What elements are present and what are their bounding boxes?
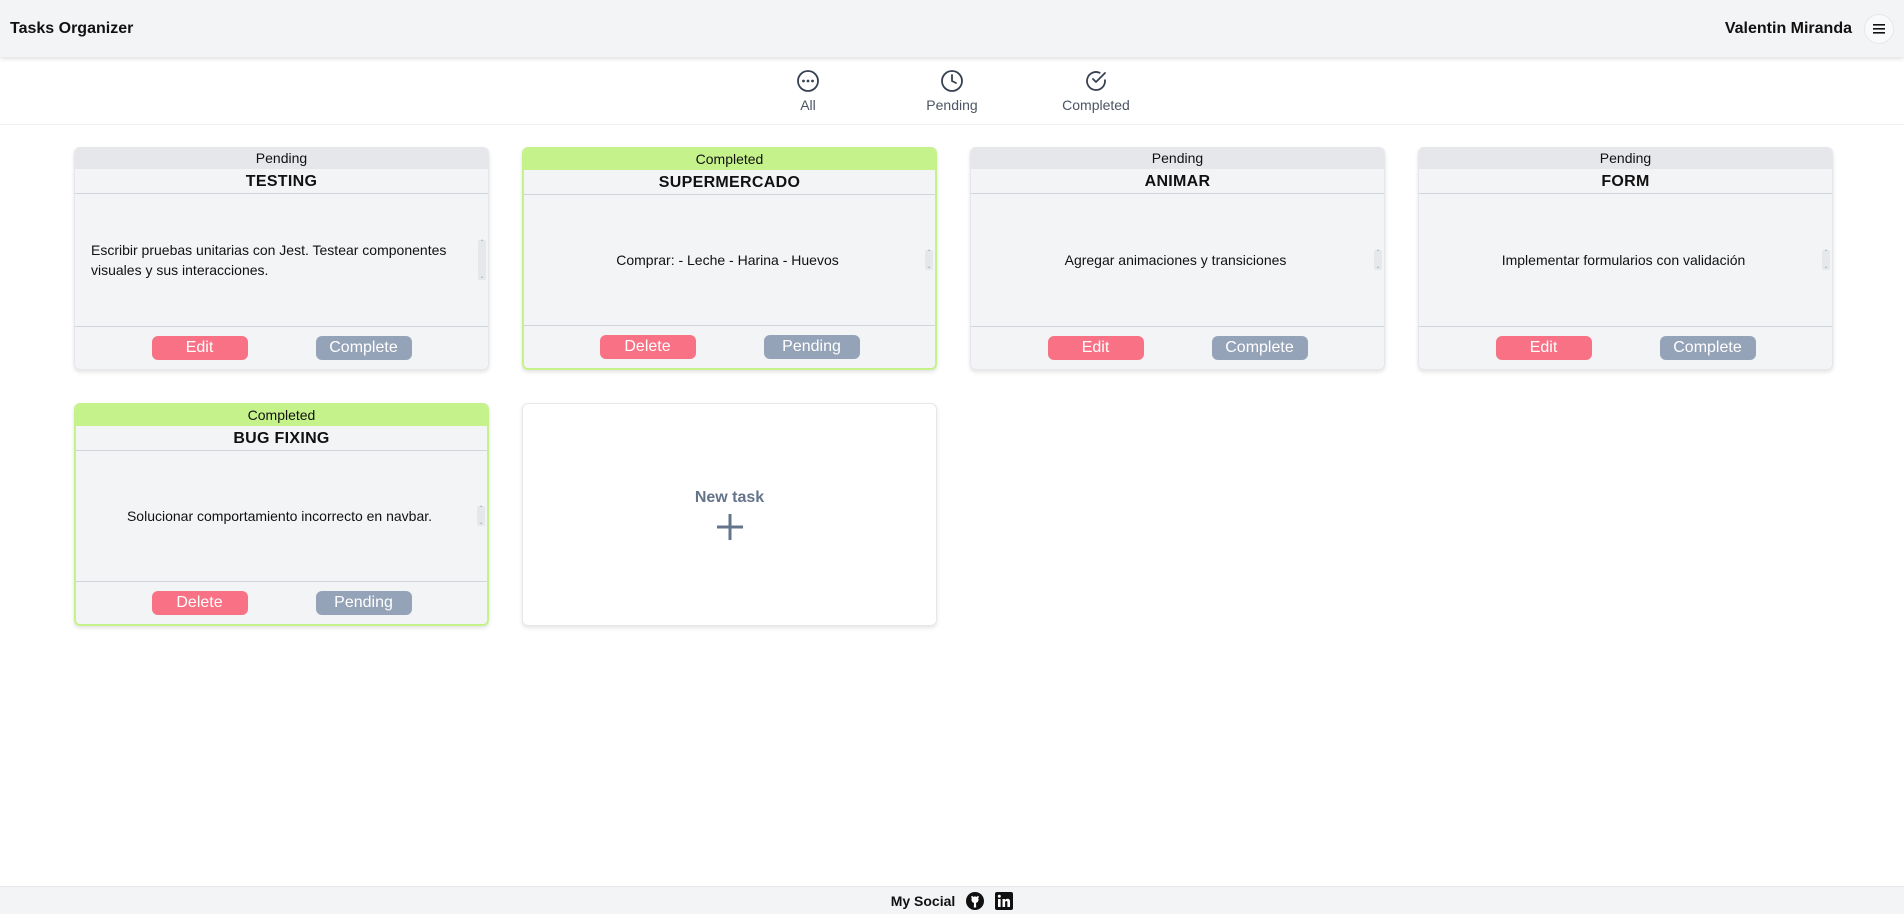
task-status: Pending xyxy=(971,148,1384,169)
new-task-card[interactable]: New task xyxy=(522,403,937,626)
complete-button[interactable]: Complete xyxy=(315,336,412,360)
task-description: Comprar: - Leche - Harina - Huevos xyxy=(616,252,839,268)
task-title: SUPERMERCADO xyxy=(524,170,935,195)
github-icon xyxy=(966,891,985,910)
tab-pending[interactable]: Pending xyxy=(880,69,1024,113)
task-card: Pending ANIMAR Agregar animaciones y tra… xyxy=(970,147,1385,370)
scrollbar[interactable]: ⌃ ⌄ xyxy=(478,240,486,280)
task-card: Completed BUG FIXING Solucionar comporta… xyxy=(74,403,489,626)
complete-button[interactable]: Complete xyxy=(1211,336,1308,360)
task-description: Solucionar comportamiento incorrecto en … xyxy=(126,508,433,524)
task-description-area[interactable]: Implementar formularios con validación ⌃… xyxy=(1419,194,1832,327)
app-title: Tasks Organizer xyxy=(10,19,134,37)
task-actions: Delete Pending xyxy=(76,582,487,624)
tab-all[interactable]: All xyxy=(736,69,880,113)
task-description: Agregar animaciones y transiciones xyxy=(1064,252,1287,268)
task-card: Pending FORM Implementar formularios con… xyxy=(1418,147,1833,370)
edit-button[interactable]: Edit xyxy=(1047,336,1144,360)
linkedin-icon xyxy=(995,891,1014,910)
edit-button[interactable]: Edit xyxy=(151,336,248,360)
task-description-area[interactable]: Escribir pruebas unitarias con Jest. Tes… xyxy=(75,194,488,327)
filter-bar: All Pending Completed xyxy=(0,57,1904,125)
app-header: Tasks Organizer Valentin Miranda xyxy=(0,0,1904,57)
check-circle-icon xyxy=(1086,70,1106,91)
task-title: FORM xyxy=(1419,169,1832,194)
pending-button[interactable]: Pending xyxy=(763,335,860,359)
complete-button[interactable]: Complete xyxy=(1659,336,1756,360)
footer-label: My Social xyxy=(890,892,956,909)
delete-button[interactable]: Delete xyxy=(599,335,696,359)
scrollbar[interactable]: ⌃ ⌄ xyxy=(477,506,485,526)
task-card: Completed SUPERMERCADO Comprar: - Leche … xyxy=(522,147,937,370)
delete-button[interactable]: Delete xyxy=(151,591,248,615)
plus-icon xyxy=(716,513,743,540)
task-description: Escribir pruebas unitarias con Jest. Tes… xyxy=(91,242,447,278)
task-grid: Pending TESTING Escribir pruebas unitari… xyxy=(74,147,1836,626)
user-name: Valentin Miranda xyxy=(1724,19,1852,37)
footer: My Social xyxy=(0,886,1904,914)
task-description: Implementar formularios con validación xyxy=(1501,252,1746,268)
header-user-area: Valentin Miranda xyxy=(1724,13,1894,44)
new-task-label: New task xyxy=(694,488,765,506)
tab-completed-label: Completed xyxy=(1062,96,1130,113)
scrollbar[interactable]: ⌃ ⌄ xyxy=(1822,250,1830,270)
scrollbar[interactable]: ⌃ ⌄ xyxy=(1374,250,1382,270)
scrollbar[interactable]: ⌃ ⌄ xyxy=(925,250,933,270)
task-actions: Edit Complete xyxy=(971,327,1384,369)
task-actions: Delete Pending xyxy=(524,326,935,368)
menu-button[interactable] xyxy=(1864,13,1894,44)
ellipsis-circle-icon xyxy=(797,69,819,92)
task-title: TESTING xyxy=(75,169,488,194)
tab-pending-label: Pending xyxy=(926,96,978,113)
task-status: Completed xyxy=(76,405,487,426)
github-link[interactable] xyxy=(965,891,985,911)
tab-all-label: All xyxy=(800,96,816,113)
task-title: BUG FIXING xyxy=(76,426,487,451)
task-description-area[interactable]: Comprar: - Leche - Harina - Huevos ⌃ ⌄ xyxy=(524,195,935,326)
hamburger-menu-icon xyxy=(1873,23,1885,34)
linkedin-link[interactable] xyxy=(995,891,1014,910)
pending-button[interactable]: Pending xyxy=(315,591,412,615)
task-title: ANIMAR xyxy=(971,169,1384,194)
task-status: Completed xyxy=(524,149,935,170)
task-description-area[interactable]: Agregar animaciones y transiciones ⌃ ⌄ xyxy=(971,194,1384,327)
clock-icon xyxy=(941,69,963,92)
task-card: Pending TESTING Escribir pruebas unitari… xyxy=(74,147,489,370)
task-description-area[interactable]: Solucionar comportamiento incorrecto en … xyxy=(76,451,487,582)
tab-completed[interactable]: Completed xyxy=(1024,69,1168,113)
task-status: Pending xyxy=(75,148,488,169)
task-actions: Edit Complete xyxy=(75,327,488,369)
task-actions: Edit Complete xyxy=(1419,327,1832,369)
task-status: Pending xyxy=(1419,148,1832,169)
edit-button[interactable]: Edit xyxy=(1495,336,1592,360)
